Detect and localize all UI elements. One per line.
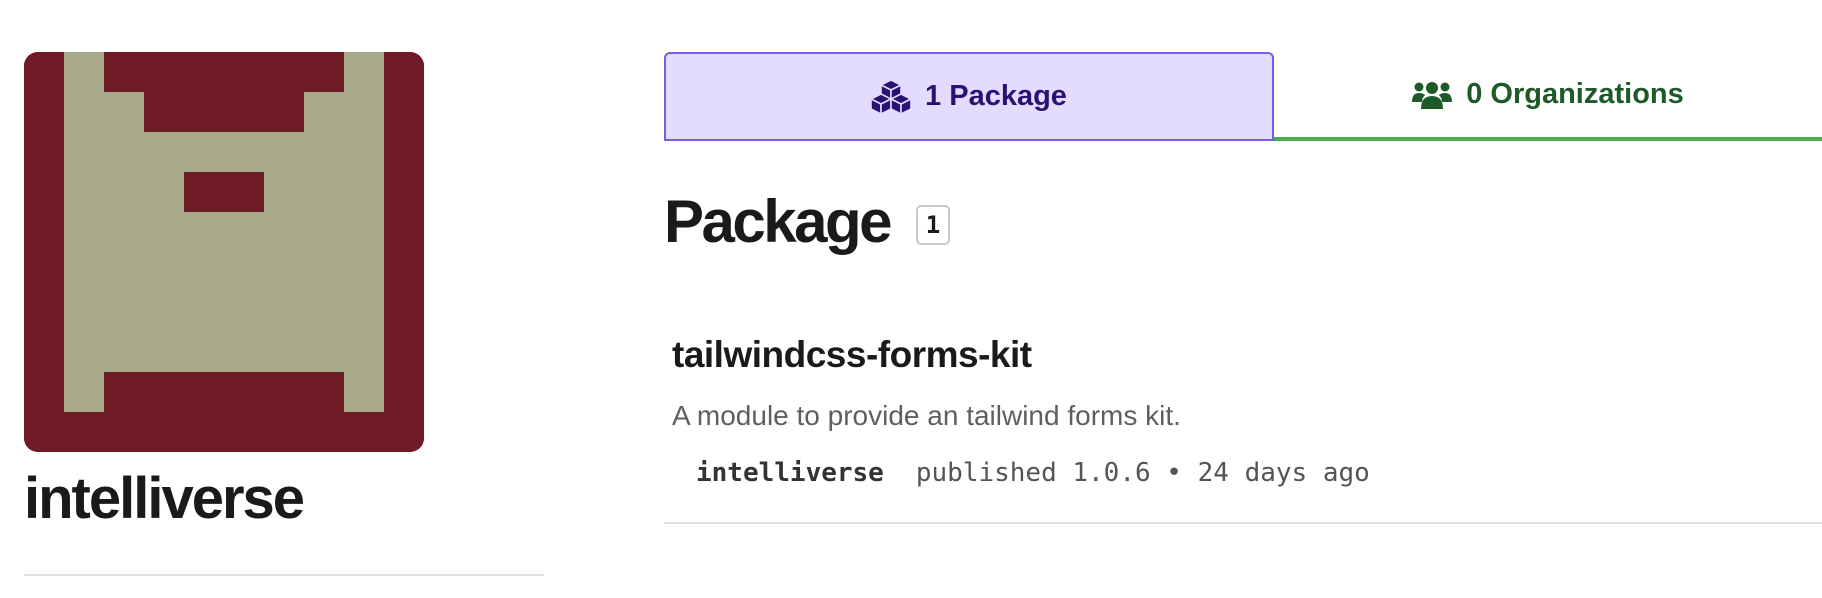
package-description: A module to provide an tailwind forms ki…	[672, 400, 1181, 431]
profile-username: intelliverse	[24, 466, 305, 531]
users-icon	[1412, 81, 1453, 109]
user-avatar	[24, 52, 424, 452]
section-title: Package	[664, 188, 893, 255]
profile-tabs: 1 Package 0 Organizations	[664, 52, 1822, 142]
cubes-icon	[871, 78, 912, 115]
published-info: published 1.0.6 • 24 days ago	[915, 458, 1370, 488]
publisher-link[interactable]: intelliverse	[696, 458, 884, 488]
package-list-item: tailwindcss-forms-kit A module to provid…	[664, 320, 1822, 524]
package-count-badge: 1	[916, 205, 951, 245]
tab-packages-label: 1 Package	[925, 80, 1067, 112]
identicon-image	[24, 52, 424, 452]
tab-packages[interactable]: 1 Package	[664, 52, 1274, 141]
profile-divider	[24, 574, 544, 576]
tab-organizations[interactable]: 0 Organizations	[1274, 52, 1822, 141]
tab-organizations-label: 0 Organizations	[1466, 78, 1684, 110]
package-meta: intelliverse published 1.0.6 • 24 days a…	[696, 458, 1370, 488]
packages-section-header: Package 1	[664, 188, 951, 255]
package-name-link[interactable]: tailwindcss-forms-kit	[672, 334, 1032, 376]
